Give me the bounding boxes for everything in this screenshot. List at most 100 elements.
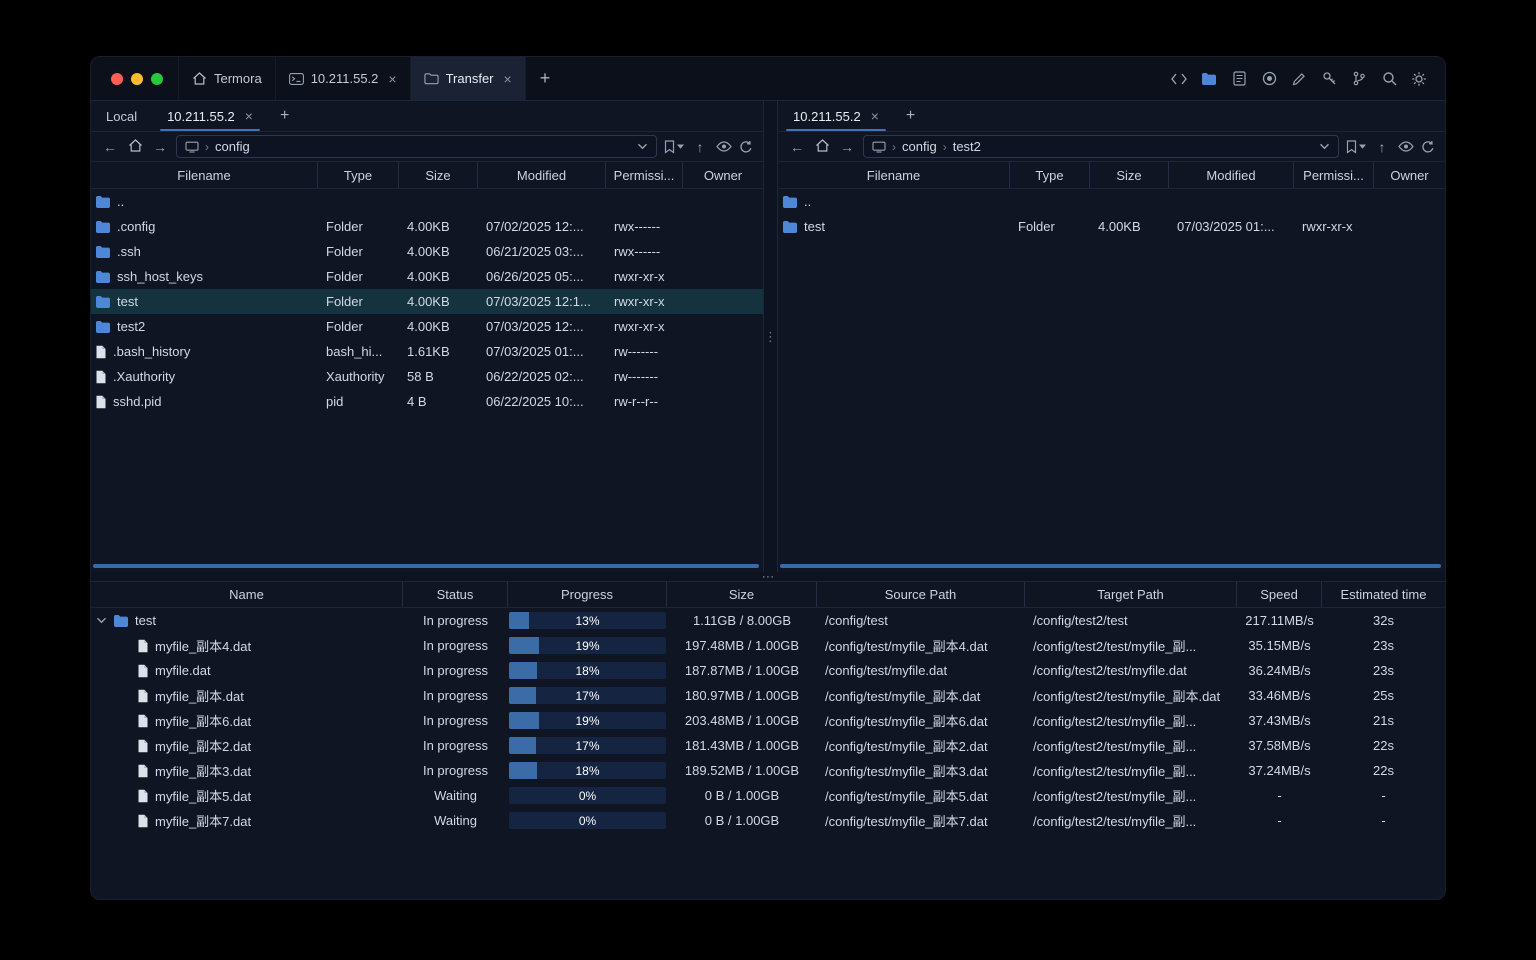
folder-icon (95, 320, 111, 333)
file-cell-modified: 07/03/2025 01:... (1177, 219, 1275, 234)
preview-icon[interactable] (716, 141, 732, 152)
tab-close-icon[interactable]: × (388, 72, 396, 86)
file-row[interactable]: .config Folder 4.00KB 07/02/2025 12:... rwx-… (91, 214, 763, 239)
new-pane-tab-button[interactable]: + (268, 101, 301, 131)
file-row[interactable]: .Xauthority Xauthority 58 B 06/22/2025 02:.… (91, 364, 763, 389)
minimize-window-button[interactable] (131, 72, 143, 85)
settings-icon[interactable] (1407, 67, 1431, 91)
preview-icon[interactable] (1398, 141, 1414, 152)
app-tab-termora[interactable]: Termora (178, 57, 276, 100)
code-icon[interactable] (1167, 67, 1191, 91)
key-icon[interactable] (1317, 67, 1341, 91)
column-header-owner[interactable]: Owner (1374, 162, 1445, 188)
column-header-size[interactable]: Size (399, 162, 478, 188)
column-header-type[interactable]: Type (318, 162, 399, 188)
transfer-cell-source-path: /config/test/myfile_副本4.dat (825, 639, 988, 654)
transfer-row[interactable]: myfile_副本4.dat In progress 19% 197.48MB / 1… (91, 633, 1445, 658)
upload-button[interactable]: ↑ (1373, 140, 1391, 154)
transfer-name-label: myfile_副本4.dat (155, 639, 252, 654)
transfer-column-header-estimated-time[interactable]: Estimated time (1322, 582, 1445, 607)
transfer-row[interactable]: myfile_副本3.dat In progress 18% 189.52MB / 1… (91, 758, 1445, 783)
column-header-filename[interactable]: Filename (778, 162, 1010, 188)
new-pane-tab-button[interactable]: + (894, 101, 927, 131)
vertical-splitter[interactable]: ⋮ (763, 101, 778, 572)
forward-button[interactable]: → (151, 140, 169, 154)
home-button[interactable] (813, 139, 831, 154)
refresh-icon[interactable] (1421, 140, 1435, 154)
column-header-size[interactable]: Size (1090, 162, 1169, 188)
search-icon[interactable] (1377, 67, 1401, 91)
refresh-icon[interactable] (739, 140, 753, 154)
column-header-owner[interactable]: Owner (683, 162, 763, 188)
forward-button[interactable]: → (838, 140, 856, 154)
horizontal-scrollbar[interactable] (780, 564, 1441, 568)
transfer-cell-source-path: /config/test/myfile_副本6.dat (825, 714, 988, 729)
transfer-row[interactable]: myfile_副本2.dat In progress 17% 181.43MB / 1… (91, 733, 1445, 758)
traffic-lights (91, 57, 179, 100)
zoom-window-button[interactable] (151, 72, 163, 85)
log-icon[interactable] (1227, 67, 1251, 91)
transfer-column-header-status[interactable]: Status (403, 582, 508, 607)
file-row[interactable]: test Folder 4.00KB 07/03/2025 01:... rwxr-xr… (778, 214, 1445, 239)
new-tab-button[interactable]: + (526, 57, 565, 100)
transfer-column-header-speed[interactable]: Speed (1237, 582, 1322, 607)
path-breadcrumb[interactable]: › config › test2 (863, 135, 1339, 158)
home-button[interactable] (126, 139, 144, 154)
tab-close-icon[interactable]: × (504, 72, 512, 86)
transfer-row[interactable]: myfile_副本.dat In progress 17% 180.97MB / 1.… (91, 683, 1445, 708)
pane-tab-10-211-55-2[interactable]: 10.211.55.2 × (778, 101, 894, 131)
file-row[interactable]: .bash_history bash_hi... 1.61KB 07/03/2025 … (91, 339, 763, 364)
pane-tab-10-211-55-2[interactable]: 10.211.55.2 × (152, 101, 268, 131)
column-header-type[interactable]: Type (1010, 162, 1090, 188)
file-row[interactable]: ssh_host_keys Folder 4.00KB 06/26/2025 05:.… (91, 264, 763, 289)
file-row[interactable]: test Folder 4.00KB 07/03/2025 12:1... rwxr-x… (91, 289, 763, 314)
transfer-column-header-size[interactable]: Size (667, 582, 817, 607)
pane-tab-local[interactable]: Local (91, 101, 152, 131)
transfer-column-header-target-path[interactable]: Target Path (1025, 582, 1237, 607)
branch-icon[interactable] (1347, 67, 1371, 91)
horizontal-splitter[interactable]: ⋯ (91, 570, 1445, 583)
file-row[interactable]: .ssh Folder 4.00KB 06/21/2025 03:... rwx----… (91, 239, 763, 264)
transfer-row[interactable]: myfile_副本6.dat In progress 19% 203.48MB / 1… (91, 708, 1445, 733)
file-icon (95, 395, 107, 409)
back-button[interactable]: ← (101, 140, 119, 154)
transfer-cell-source-path: /config/test/myfile.dat (825, 663, 948, 678)
column-header-permissi[interactable]: Permissi... (606, 162, 683, 188)
chevron-down-icon[interactable] (95, 617, 107, 624)
transfer-row[interactable]: myfile.dat In progress 18% 187.87MB / 1.00G… (91, 658, 1445, 683)
transfer-column-header-source-path[interactable]: Source Path (817, 582, 1025, 607)
horizontal-scrollbar[interactable] (93, 564, 759, 568)
transfer-row[interactable]: myfile_副本5.dat Waiting 0% 0 B / 1.00GB/conf… (91, 783, 1445, 808)
transfer-row[interactable]: test In progress 13% 1.11GB / 8.00GB/config… (91, 608, 1445, 633)
breadcrumb-item[interactable]: config (215, 139, 250, 154)
chevron-down-icon[interactable] (1319, 143, 1330, 150)
breadcrumb-item[interactable]: test2 (953, 139, 981, 154)
file-row[interactable]: test2 Folder 4.00KB 07/03/2025 12:... rwxr-x… (91, 314, 763, 339)
app-tab-transfer[interactable]: Transfer × (409, 57, 526, 100)
column-header-permissi[interactable]: Permissi... (1294, 162, 1374, 188)
path-breadcrumb[interactable]: › config (176, 135, 657, 158)
edit-icon[interactable] (1287, 67, 1311, 91)
transfer-row[interactable]: myfile_副本7.dat Waiting 0% 0 B / 1.00GB/conf… (91, 808, 1445, 833)
tab-close-icon[interactable]: × (871, 109, 879, 123)
tab-close-icon[interactable]: × (245, 109, 253, 123)
transfer-column-header-progress[interactable]: Progress (508, 582, 667, 607)
upload-button[interactable]: ↑ (691, 140, 709, 154)
column-header-modified[interactable]: Modified (1169, 162, 1294, 188)
close-window-button[interactable] (111, 72, 123, 85)
column-header-filename[interactable]: Filename (91, 162, 318, 188)
file-row[interactable]: sshd.pid pid 4 B 06/22/2025 10:... rw-r--r-- (91, 389, 763, 414)
chevron-down-icon[interactable] (637, 143, 648, 150)
file-row[interactable]: .. (778, 189, 1445, 214)
bookmark-icon[interactable] (664, 139, 684, 154)
record-icon[interactable] (1257, 67, 1281, 91)
back-button[interactable]: ← (788, 140, 806, 154)
app-tab-10-211-55-2[interactable]: 10.211.55.2 × (274, 57, 411, 100)
column-header-modified[interactable]: Modified (478, 162, 606, 188)
file-row[interactable]: .. (91, 189, 763, 214)
bookmark-icon[interactable] (1346, 139, 1366, 154)
breadcrumb-item[interactable]: config (902, 139, 937, 154)
transfer-column-header-name[interactable]: Name (91, 582, 403, 607)
folder-icon[interactable] (1197, 67, 1221, 91)
filename-label: .. (117, 194, 125, 209)
